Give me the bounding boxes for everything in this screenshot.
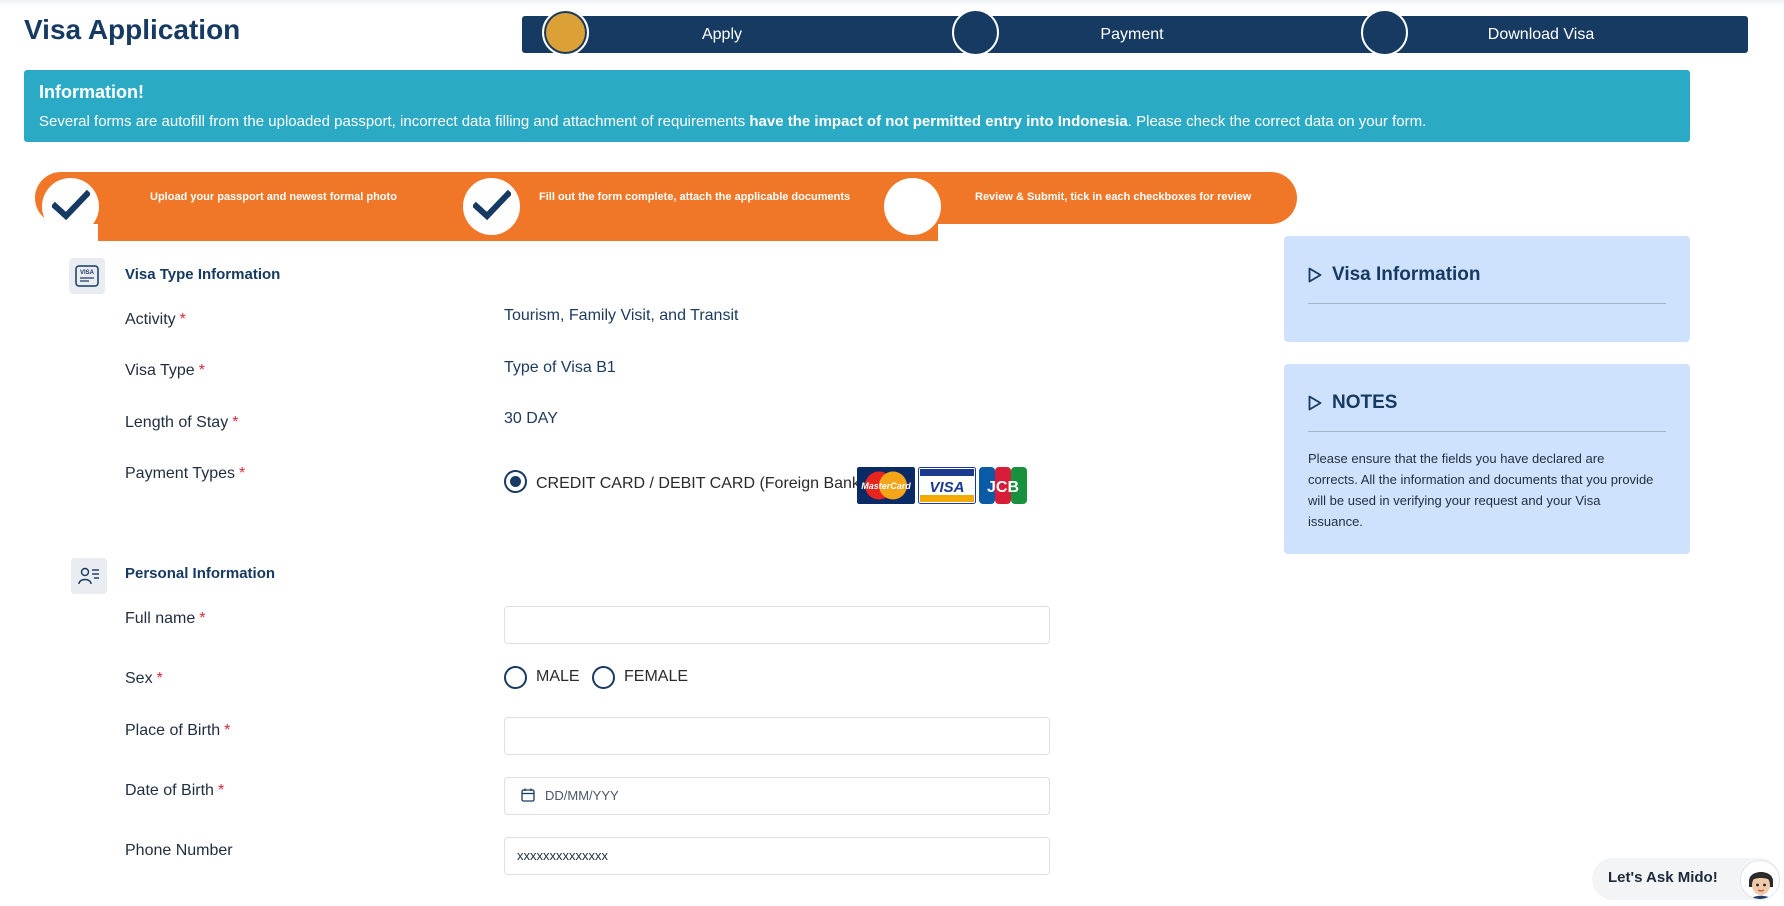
sex-female-radio[interactable] xyxy=(592,666,615,689)
jcb-logo: JCB xyxy=(979,467,1027,504)
visa-type-label-text: Visa Type xyxy=(125,362,195,379)
visa-information-toggle[interactable]: Visa Information xyxy=(1308,264,1481,286)
divider xyxy=(1308,303,1666,304)
person-list-icon-glyph xyxy=(78,567,99,585)
payment-card-radio[interactable] xyxy=(504,470,527,493)
mido-avatar xyxy=(1740,860,1780,900)
activity-label-text: Activity xyxy=(125,311,176,328)
visa-information-panel: Visa Information xyxy=(1284,236,1690,342)
length-of-stay-label: Length of Stay * xyxy=(125,414,238,432)
payment-types-label-text: Payment Types xyxy=(125,465,235,482)
phone-number-label: Phone Number xyxy=(125,842,233,859)
visa-type-section-title: Visa Type Information xyxy=(125,266,281,283)
length-of-stay-label-text: Length of Stay xyxy=(125,414,229,431)
step-payment[interactable]: Payment xyxy=(1002,16,1262,53)
required-mark: * xyxy=(198,362,205,379)
visa-type-value: Type of Visa B1 xyxy=(504,359,616,376)
progress-step-2-label: Fill out the form complete, attach the a… xyxy=(539,191,851,203)
step-payment-indicator xyxy=(952,9,999,56)
visa-card-icon-glyph: VISA xyxy=(75,265,99,287)
info-text-start: Several forms are autofill from the uplo… xyxy=(39,113,750,130)
visa-card-icon: VISA xyxy=(69,258,105,294)
date-of-birth-label: Date of Birth * xyxy=(125,782,224,800)
checkmark-icon xyxy=(473,190,511,220)
checkmark-icon xyxy=(52,190,90,220)
sex-label: Sex * xyxy=(125,670,163,688)
divider xyxy=(1308,431,1666,432)
visa-logo: VISA xyxy=(918,467,976,504)
notes-toggle[interactable]: NOTES xyxy=(1308,392,1397,414)
sex-female-label[interactable]: FEMALE xyxy=(624,668,688,686)
notes-title: NOTES xyxy=(1332,392,1398,413)
required-mark: * xyxy=(156,670,163,687)
place-of-birth-label: Place of Birth * xyxy=(125,722,230,740)
required-mark: * xyxy=(179,311,186,328)
progress-step-3-circle xyxy=(884,178,941,235)
required-mark: * xyxy=(217,782,225,799)
notes-panel: NOTES Please ensure that the fields you … xyxy=(1284,364,1690,554)
phone-number-input[interactable]: xxxxxxxxxxxxxx xyxy=(504,837,1050,875)
step-download-indicator xyxy=(1361,9,1408,56)
mido-avatar-icon xyxy=(1749,872,1773,899)
svg-text:JCB: JCB xyxy=(987,479,1019,496)
payment-types-label: Payment Types * xyxy=(125,465,245,483)
info-text-end: . Please check the correct data on your … xyxy=(1127,113,1427,130)
progress-step-1-circle xyxy=(42,178,99,235)
required-mark: * xyxy=(199,610,206,627)
place-of-birth-label-text: Place of Birth xyxy=(125,722,221,739)
progress-step-2-circle xyxy=(463,178,520,235)
sex-male-radio[interactable] xyxy=(504,666,527,689)
payment-card-label[interactable]: CREDIT CARD / DEBIT CARD (Foreign Bank) xyxy=(536,475,865,493)
ask-mido-chat-button[interactable]: Let's Ask Mido! xyxy=(1592,858,1780,900)
info-text-bold: have the impact of not permitted entry i… xyxy=(749,113,1128,130)
full-name-input[interactable] xyxy=(504,606,1050,644)
full-name-label-text: Full name xyxy=(125,610,196,627)
notes-text: Please ensure that the fields you have d… xyxy=(1308,451,1654,529)
calendar-icon xyxy=(521,788,535,802)
length-of-stay-value: 30 DAY xyxy=(504,410,558,427)
progress-step-3-label: Review & Submit, tick in each checkboxes… xyxy=(975,191,1252,203)
person-list-icon xyxy=(71,558,107,594)
required-mark: * xyxy=(224,722,231,739)
play-triangle-icon xyxy=(1308,267,1322,283)
activity-label: Activity * xyxy=(125,311,186,329)
ask-mido-label: Let's Ask Mido! xyxy=(1608,869,1718,886)
step-apply-indicator xyxy=(542,9,589,56)
activity-value: Tourism, Family Visit, and Transit xyxy=(504,307,739,324)
full-name-label: Full name * xyxy=(125,610,205,628)
info-title: Information! xyxy=(39,82,144,102)
top-shadow xyxy=(0,0,1784,6)
svg-text:MasterCard: MasterCard xyxy=(861,481,911,491)
visa-information-title: Visa Information xyxy=(1332,264,1481,285)
date-of-birth-input[interactable]: DD/MM/YYY xyxy=(504,777,1050,815)
svg-text:VISA: VISA xyxy=(929,479,964,496)
personal-section-title: Personal Information xyxy=(125,565,276,582)
sex-label-text: Sex xyxy=(125,670,153,687)
required-mark: * xyxy=(232,414,239,431)
play-triangle-icon xyxy=(1308,395,1322,411)
step-apply[interactable]: Apply xyxy=(592,16,852,53)
application-stepper: Apply Payment Download Visa xyxy=(522,9,1748,56)
date-of-birth-placeholder: DD/MM/YYY xyxy=(545,788,619,803)
visa-type-label: Visa Type * xyxy=(125,362,205,380)
mastercard-logo: MasterCard xyxy=(857,467,915,504)
date-of-birth-label-text: Date of Birth xyxy=(125,782,214,799)
info-text: Several forms are autofill from the uplo… xyxy=(39,113,1675,130)
required-mark: * xyxy=(238,465,246,482)
page-title: Visa Application xyxy=(24,14,241,45)
sex-male-label[interactable]: MALE xyxy=(536,668,580,686)
svg-text:VISA: VISA xyxy=(80,270,95,276)
step-download-visa[interactable]: Download Visa xyxy=(1411,16,1671,53)
info-banner: Information! Several forms are autofill … xyxy=(24,70,1690,142)
place-of-birth-input[interactable] xyxy=(504,717,1050,755)
progress-step-1-label: Upload your passport and newest formal p… xyxy=(150,191,397,203)
